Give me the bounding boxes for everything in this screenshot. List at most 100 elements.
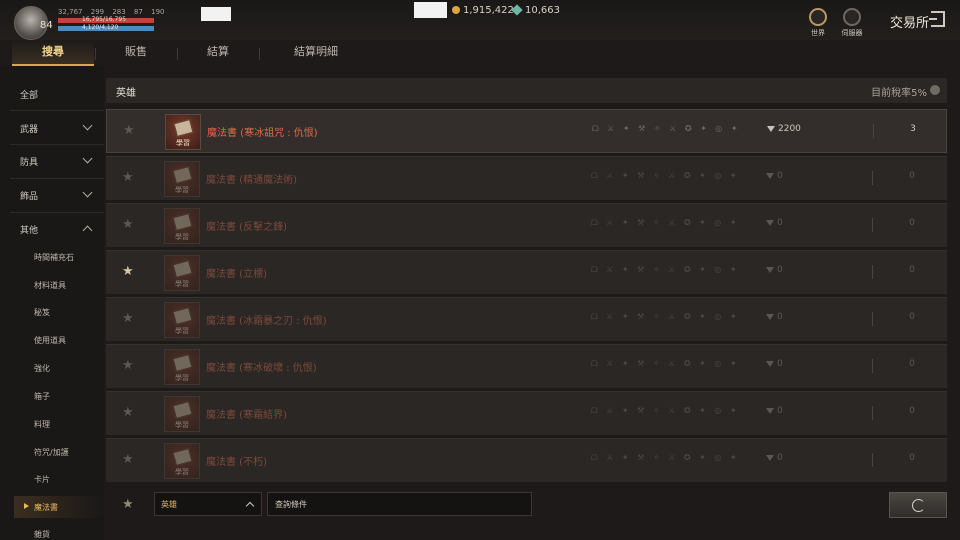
class-icons: ᗝ ⚔ ✦ ⚒ ✧ ⚔ ✪ ✦ ◎ ✦ (592, 124, 741, 133)
item-thumbnail-label: 學習 (175, 233, 189, 241)
item-price: 0 (777, 406, 783, 416)
item-name: 魔法書 (寒冰破壞 : 仇恨) (206, 363, 317, 374)
item-thumbnail: 學習 (165, 114, 201, 150)
item-name: 魔法書 (不朽) (206, 457, 267, 468)
stat-attack: 299 (90, 8, 105, 16)
gold-display: 1,915,422 (452, 5, 514, 16)
chevron-down-icon[interactable] (82, 187, 93, 198)
sidebar-item-all[interactable]: 全部 (20, 88, 38, 101)
hp-bar: 16,795/16,795 (58, 16, 154, 23)
sidebar-sub-skill-book[interactable]: 秘笈 (34, 307, 50, 318)
item-count: 0 (909, 171, 915, 181)
favorite-star-icon[interactable]: ★ (122, 217, 134, 232)
sidebar-sub-time-stone[interactable]: 時間補充石 (34, 252, 74, 263)
item-name: 魔法書 (立標) (206, 269, 267, 280)
grade-filter-select[interactable]: 英雄 (154, 492, 262, 516)
item-thumbnail-label: 學習 (175, 468, 189, 476)
chevron-down-icon[interactable] (82, 153, 93, 164)
sidebar-sub-enhance[interactable]: 強化 (34, 363, 50, 374)
table-row[interactable]: ★ 學習 魔法書 (寒霜結界) ᗝ ⚔ ✦ ⚒ ✧ ⚔ ✪ ✦ ◎ ✦ 0 0 (106, 391, 947, 435)
sidebar-sub-charms[interactable]: 符咒/加護 (34, 447, 69, 458)
favorites-filter-star-icon[interactable]: ★ (122, 497, 134, 512)
player-level: 84 (40, 20, 53, 31)
class-icons: ᗝ ⚔ ✦ ⚒ ✧ ⚔ ✪ ✦ ◎ ✦ (591, 265, 740, 274)
tab-sell[interactable]: 販售 (96, 40, 176, 66)
sidebar-sub-magic-book[interactable]: 魔法書 (34, 502, 58, 513)
tab-settlement-details[interactable]: 結算明細 (260, 40, 372, 66)
refresh-button[interactable] (889, 492, 947, 518)
sidebar-item-others[interactable]: 其他 (20, 223, 38, 236)
diamond-icon (766, 173, 774, 179)
favorite-star-icon[interactable]: ★ (122, 452, 134, 467)
favorite-star-icon[interactable]: ★ (122, 311, 134, 326)
divider (873, 124, 874, 138)
diamond-amount: 10,663 (525, 5, 560, 16)
favorite-star-icon[interactable]: ★ (123, 123, 135, 138)
tab-settlement[interactable]: 結算 (178, 40, 258, 66)
favorite-star-icon[interactable]: ★ (122, 405, 134, 420)
book-icon (172, 401, 193, 419)
item-price: 0 (777, 218, 783, 228)
item-price: 0 (777, 312, 783, 322)
query-conditions-button[interactable]: 查詢條件 (267, 492, 532, 516)
divider (10, 212, 104, 213)
exit-icon[interactable] (929, 11, 945, 27)
favorite-star-icon[interactable]: ★ (122, 264, 134, 279)
book-icon (172, 166, 193, 184)
sidebar-item-weapons[interactable]: 武器 (20, 122, 38, 135)
table-row[interactable]: ★ 學習 魔法書 (立標) ᗝ ⚔ ✦ ⚒ ✧ ⚔ ✪ ✦ ◎ ✦ 0 0 (106, 250, 947, 294)
tab-bar: 搜尋 販售 結算 結算明細 (0, 40, 960, 101)
item-price: 2200 (778, 124, 801, 134)
server-icon (843, 8, 861, 26)
diamond-icon (766, 220, 774, 226)
sidebar-sub-consumables[interactable]: 使用道具 (34, 335, 66, 346)
top-bar: 84 32,767 299 283 87 190 16,795/16,795 4… (0, 0, 960, 40)
table-row[interactable]: ★ 學習 魔法書 (寒冰詛咒 : 仇恨) ᗝ ⚔ ✦ ⚒ ✧ ⚔ ✪ ✦ ◎ ✦ 220… (106, 109, 947, 153)
sidebar-sub-cooking[interactable]: 料理 (34, 419, 50, 430)
query-conditions-label: 查詢條件 (275, 500, 307, 509)
table-row[interactable]: ★ 學習 魔法書 (冰霜暴之刃 : 仇恨) ᗝ ⚔ ✦ ⚒ ✧ ⚔ ✪ ✦ ◎ ✦ 0 0 (106, 297, 947, 341)
server-button[interactable]: 伺服器 (837, 8, 867, 38)
item-name: 魔法書 (寒霜結界) (206, 410, 287, 421)
grade-filter-value: 英雄 (161, 500, 177, 509)
tab-search[interactable]: 搜尋 (12, 40, 94, 66)
world-label: 世界 (811, 29, 825, 37)
sidebar-sub-boxes[interactable]: 箱子 (34, 391, 50, 402)
table-row[interactable]: ★ 學習 魔法書 (反擊之鋒) ᗝ ⚔ ✦ ⚒ ✧ ⚔ ✪ ✦ ◎ ✦ 0 0 (106, 203, 947, 247)
chevron-down-icon[interactable] (82, 120, 93, 131)
world-button[interactable]: 世界 (803, 8, 833, 38)
sidebar-sub-cards[interactable]: 卡片 (34, 474, 50, 485)
chevron-up-icon[interactable] (82, 225, 93, 236)
diamond-icon (766, 361, 774, 367)
divider (10, 144, 104, 145)
item-price: 0 (777, 359, 783, 369)
item-thumbnail: 學習 (164, 208, 200, 244)
item-count: 0 (909, 312, 915, 322)
server-label: 伺服器 (841, 29, 863, 37)
class-icons: ᗝ ⚔ ✦ ⚒ ✧ ⚔ ✪ ✦ ◎ ✦ (591, 406, 740, 415)
table-row[interactable]: ★ 學習 魔法書 (寒冰破壞 : 仇恨) ᗝ ⚔ ✦ ⚒ ✧ ⚔ ✪ ✦ ◎ ✦ 0 0 (106, 344, 947, 388)
item-count: 0 (909, 406, 915, 416)
divider (872, 312, 873, 326)
sidebar-item-accessories[interactable]: 飾品 (20, 189, 38, 202)
sidebar-sub-misc[interactable]: 雜貨 (34, 529, 50, 540)
item-count: 0 (909, 359, 915, 369)
table-row[interactable]: ★ 學習 魔法書 (精通魔法術) ᗝ ⚔ ✦ ⚒ ✧ ⚔ ✪ ✦ ◎ ✦ 0 0 (106, 156, 947, 200)
table-row[interactable]: ★ 學習 魔法書 (不朽) ᗝ ⚔ ✦ ⚒ ✧ ⚔ ✪ ✦ ◎ ✦ 0 0 (106, 438, 947, 482)
item-count: 0 (909, 453, 915, 463)
player-stats: 32,767 299 283 87 190 (58, 8, 170, 16)
sidebar-sub-materials[interactable]: 材料道具 (34, 280, 66, 291)
favorite-star-icon[interactable]: ★ (122, 170, 134, 185)
sidebar-item-armor[interactable]: 防具 (20, 155, 38, 168)
favorite-star-icon[interactable]: ★ (122, 358, 134, 373)
section-title: 英雄 (116, 88, 136, 99)
stat-power: 32,767 (58, 8, 83, 16)
diamond-icon (766, 314, 774, 320)
item-price: 0 (777, 265, 783, 275)
item-thumbnail: 學習 (164, 161, 200, 197)
redacted-box-currency (414, 2, 447, 18)
item-price: 0 (777, 453, 783, 463)
item-thumbnail-label: 學習 (175, 421, 189, 429)
item-thumbnail-label: 學習 (175, 186, 189, 194)
mp-text: 4,120/4,120 (82, 24, 119, 31)
